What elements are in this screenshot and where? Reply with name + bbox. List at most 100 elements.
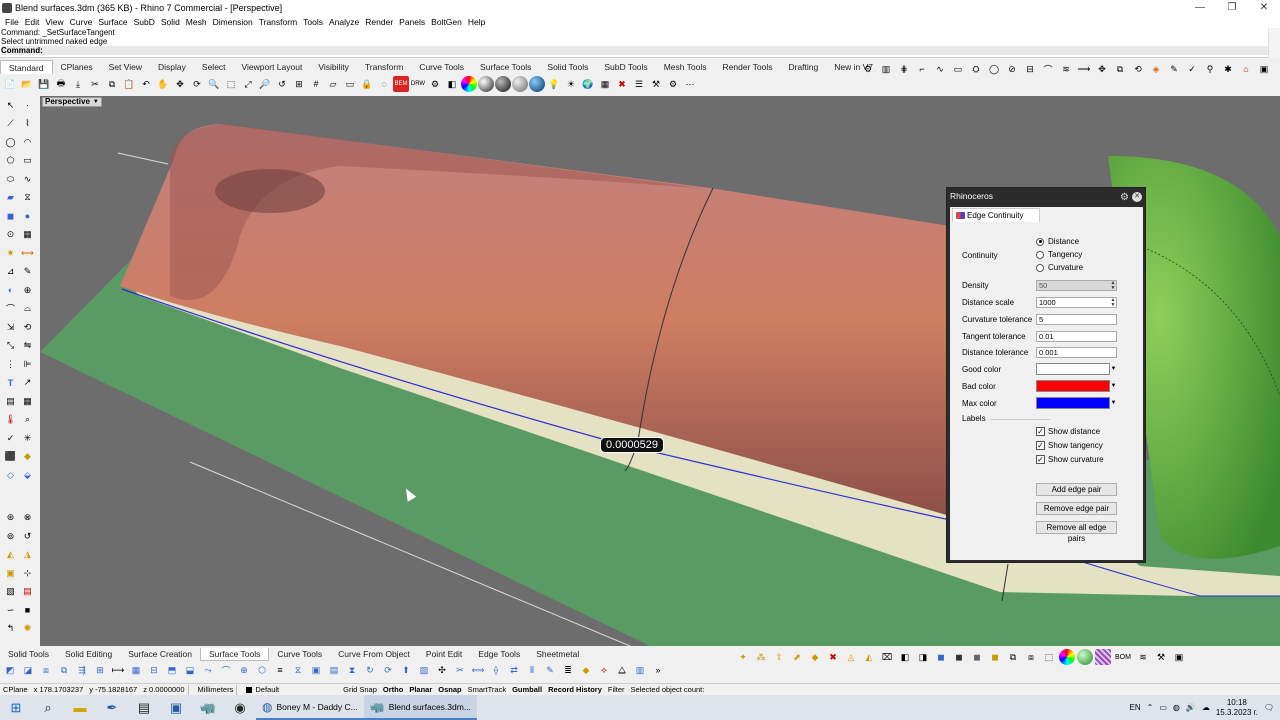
rebuild-surface-icon[interactable]: ▦ bbox=[128, 662, 144, 678]
app-eye-icon[interactable]: ◉ bbox=[224, 695, 256, 720]
loft-surface-icon[interactable]: ⧗ bbox=[344, 662, 360, 678]
edge-continuity-icon[interactable]: ✎ bbox=[542, 662, 558, 678]
radio-curvature[interactable]: Curvature bbox=[1036, 263, 1083, 272]
tab-solid-tools[interactable]: Solid Tools bbox=[539, 60, 596, 74]
radio-button[interactable] bbox=[1036, 263, 1044, 272]
search-icon[interactable]: ⌕ bbox=[32, 695, 64, 720]
settings-icon[interactable]: ⚙ bbox=[860, 61, 876, 77]
max-color-swatch[interactable] bbox=[1036, 397, 1110, 409]
array-icon[interactable]: ⋮ bbox=[3, 357, 18, 372]
offset-icon[interactable]: ≋ bbox=[1058, 61, 1074, 77]
command-scrollbar[interactable] bbox=[1268, 28, 1280, 58]
chevron-down-icon[interactable]: ▼ bbox=[1110, 380, 1117, 392]
network-icon[interactable]: ◍ bbox=[1173, 703, 1180, 712]
app-blue-icon[interactable]: ▣ bbox=[160, 695, 192, 720]
move-icon[interactable]: ✥ bbox=[1094, 61, 1110, 77]
select-filter-icon[interactable]: ⚲ bbox=[1202, 61, 1218, 77]
copy-cube-icon[interactable]: ⧉ bbox=[1005, 649, 1021, 665]
zoom-selected-icon[interactable]: 🔎 bbox=[257, 76, 273, 92]
menu-view[interactable]: View bbox=[42, 17, 66, 27]
checkbox-box[interactable]: ✓ bbox=[1036, 441, 1045, 450]
bottom-more-icon[interactable]: » bbox=[650, 662, 666, 678]
layer-color-icon[interactable]: ▤ bbox=[20, 584, 35, 599]
curve-icon[interactable]: ⌇ bbox=[20, 116, 35, 131]
open-file-icon[interactable]: 📂 bbox=[19, 76, 35, 92]
menu-panels[interactable]: Panels bbox=[396, 17, 428, 27]
array-icon[interactable]: ⋕ bbox=[896, 61, 912, 77]
tab-cplanes[interactable]: CPlanes bbox=[53, 60, 101, 74]
new-file-icon[interactable]: 📄 bbox=[2, 76, 18, 92]
app-calc-icon[interactable]: ▤ bbox=[128, 695, 160, 720]
ruler-icon[interactable]: ⫴ bbox=[524, 662, 540, 678]
menu-tools[interactable]: Tools bbox=[300, 17, 326, 27]
spinner-icon[interactable]: ▲ ▼ bbox=[1110, 298, 1116, 308]
cube-yellow-icon[interactable]: ◼ bbox=[987, 649, 1003, 665]
texture-icon[interactable] bbox=[1095, 649, 1111, 665]
cube-dark-icon[interactable]: ◼ bbox=[951, 649, 967, 665]
select-cube-icon[interactable]: ⬚ bbox=[1041, 649, 1057, 665]
scale-icon[interactable]: ⤡ bbox=[3, 338, 18, 353]
ellipse-icon[interactable]: ⬭ bbox=[3, 172, 18, 187]
circle-icon[interactable]: ◯ bbox=[3, 135, 18, 150]
lock-icon[interactable]: 🔒 bbox=[359, 76, 375, 92]
minimize-button[interactable]: — bbox=[1184, 0, 1216, 15]
rotate-icon[interactable]: ⟲ bbox=[20, 320, 35, 335]
flow-icon[interactable]: ⤳ bbox=[200, 662, 216, 678]
notification-icon[interactable]: 🗨 bbox=[1264, 703, 1274, 712]
layers-icon[interactable]: ◈ bbox=[1148, 61, 1164, 77]
stack-icon[interactable]: ⧈ bbox=[1023, 649, 1039, 665]
gear-icon[interactable]: ⚙ bbox=[1120, 189, 1129, 206]
texture-icon[interactable]: ▦ bbox=[597, 76, 613, 92]
clock[interactable]: 10:18 15.3.2023 г. bbox=[1216, 698, 1258, 718]
polyline-icon[interactable]: ⟋ bbox=[3, 116, 18, 131]
show-tangency-checkbox[interactable]: ✓ Show tangency bbox=[1036, 441, 1103, 450]
tab-drafting[interactable]: Drafting bbox=[780, 60, 826, 74]
viewport-layout-icon[interactable]: ⊞ bbox=[291, 76, 307, 92]
ghosted-sphere-icon[interactable] bbox=[512, 76, 528, 92]
copy-icon[interactable]: ⧉ bbox=[104, 76, 120, 92]
rhino-taskbar-icon[interactable]: 🦏 bbox=[192, 695, 224, 720]
panel-header[interactable]: Rhinoceros ⚙ ✕ bbox=[947, 188, 1145, 205]
cplane-icon[interactable]: ◇ bbox=[3, 468, 18, 483]
menu-help[interactable]: Help bbox=[465, 17, 488, 27]
distance-scale-input[interactable]: 1000 ▲ ▼ bbox=[1036, 297, 1117, 308]
move-view-icon[interactable]: ✥ bbox=[172, 76, 188, 92]
env-map-icon[interactable]: ◆ bbox=[578, 662, 594, 678]
cube-icon[interactable]: ◧ bbox=[897, 649, 913, 665]
paste-icon[interactable]: 📋 bbox=[121, 76, 137, 92]
tab-curve-from-object[interactable]: Curve From Object bbox=[330, 648, 418, 660]
tools-icon[interactable]: ⚒ bbox=[648, 76, 664, 92]
show-distance-checkbox[interactable]: ✓ Show distance bbox=[1036, 427, 1100, 436]
trim-icon[interactable]: ⊘ bbox=[1004, 61, 1020, 77]
rectangle-icon[interactable]: ▭ bbox=[950, 61, 966, 77]
file-explorer-icon[interactable]: ▬ bbox=[64, 695, 96, 720]
zebra-icon[interactable]: ≣ bbox=[560, 662, 576, 678]
cylinder-icon[interactable]: ⊙ bbox=[3, 227, 18, 242]
point-cloud-icon[interactable]: ⁂ bbox=[753, 649, 769, 665]
wave-icon[interactable]: ∽ bbox=[3, 603, 18, 618]
menu-boltgen[interactable]: BoltGen bbox=[428, 17, 465, 27]
onedrive-icon[interactable]: ☁ bbox=[1202, 703, 1210, 712]
light-tool-icon[interactable]: ✺ bbox=[20, 621, 35, 636]
bad-color-swatch[interactable] bbox=[1036, 380, 1110, 392]
material-icon[interactable]: ◆ bbox=[20, 449, 35, 464]
window-icon[interactable]: ▣ bbox=[1256, 61, 1272, 77]
add-edge-pair-button[interactable]: Add edge pair bbox=[1036, 483, 1117, 496]
radio-button[interactable] bbox=[1036, 237, 1044, 246]
remove-all-edge-pairs-button[interactable]: Remove all edge pairs bbox=[1036, 521, 1117, 543]
cut-icon[interactable]: ✂ bbox=[87, 76, 103, 92]
checkbox-box[interactable]: ✓ bbox=[1036, 455, 1045, 464]
hide-icon[interactable]: ◌ bbox=[376, 76, 392, 92]
volume-icon[interactable]: 🔊 bbox=[1186, 703, 1196, 712]
network-icon[interactable]: ⊕ bbox=[236, 662, 252, 678]
more-icon[interactable]: ⋯ bbox=[682, 76, 698, 92]
text-icon[interactable]: ✎ bbox=[20, 264, 35, 279]
analysis-icon[interactable]: ⟠ bbox=[488, 662, 504, 678]
check-icon[interactable]: ✓ bbox=[1184, 61, 1200, 77]
import-icon[interactable]: ⤓ bbox=[70, 76, 86, 92]
rotate-view-icon[interactable]: ⟳ bbox=[189, 76, 205, 92]
print-icon[interactable]: 🖶 bbox=[53, 76, 69, 92]
merge-surface-icon[interactable]: ⊞ bbox=[92, 662, 108, 678]
menu-surface[interactable]: Surface bbox=[95, 17, 130, 27]
menu-render[interactable]: Render bbox=[362, 17, 396, 27]
